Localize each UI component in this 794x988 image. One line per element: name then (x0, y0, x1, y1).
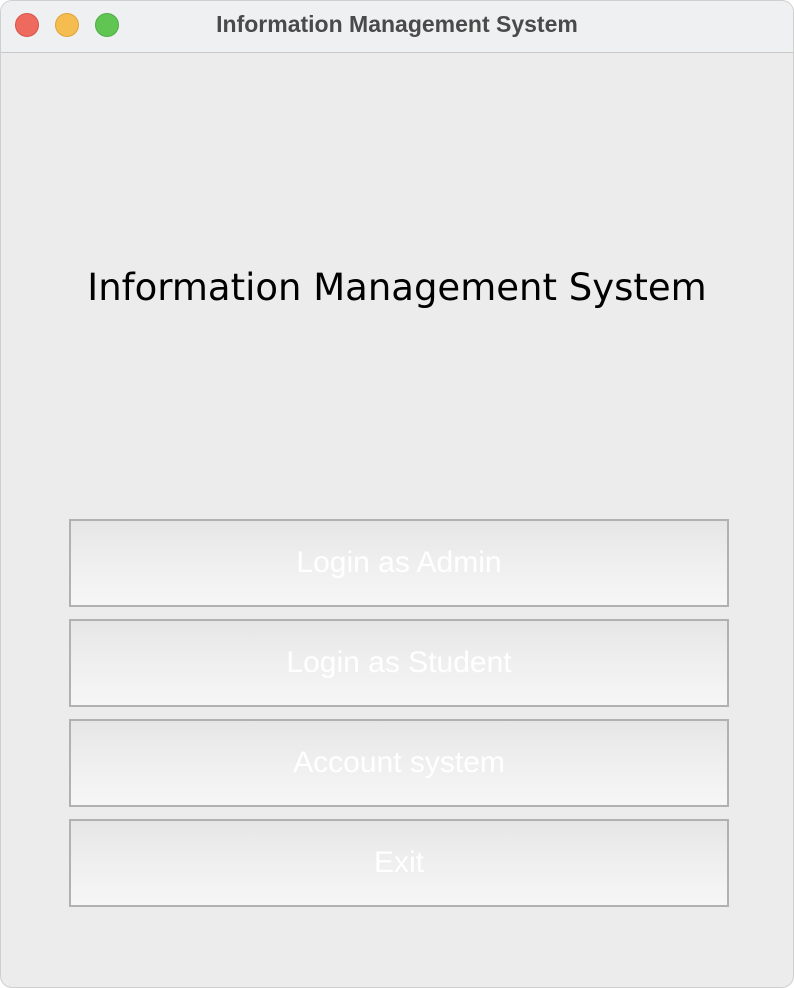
app-window: Information Management System Informatio… (0, 0, 794, 988)
exit-button[interactable]: Exit (69, 819, 729, 907)
title-bar: Information Management System (1, 1, 793, 53)
login-as-student-button[interactable]: Login as Student (69, 619, 729, 707)
window-title: Information Management System (216, 11, 578, 37)
login-as-admin-button[interactable]: Login as Admin (69, 519, 729, 607)
account-system-button[interactable]: Account system (69, 719, 729, 807)
page-title: Information Management System (87, 266, 707, 309)
